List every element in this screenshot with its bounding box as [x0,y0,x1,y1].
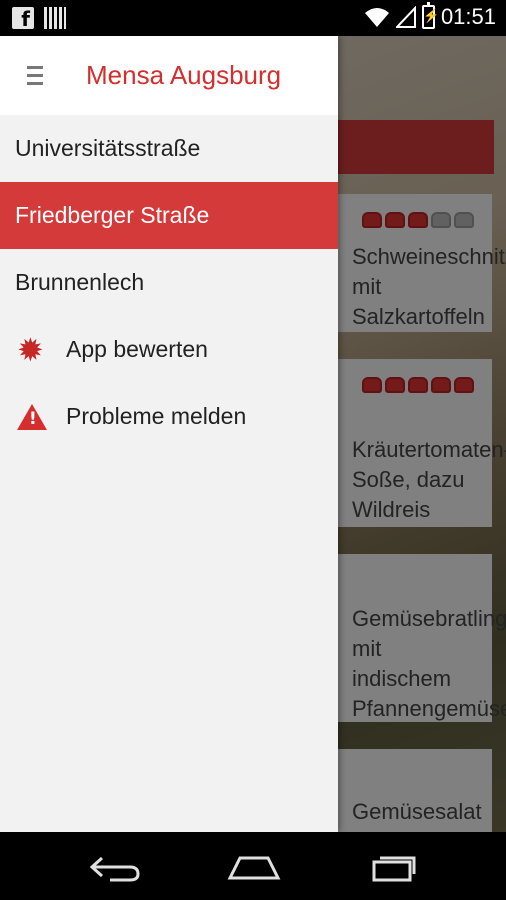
report-problems-item[interactable]: Probleme melden [0,383,338,450]
report-problems-label: Probleme melden [66,403,247,429]
drawer-item-universitaetsstrasse[interactable]: Universitätsstraße [0,115,338,182]
recent-apps-icon[interactable] [364,852,424,884]
drawer-header: Mensa Augsburg [0,36,338,115]
warning-icon [17,402,47,432]
star-burst-icon [17,331,47,369]
system-nav-bar [0,832,506,900]
rate-app-label: App bewerten [66,336,208,362]
barcode-icon [44,7,66,29]
clock: 01:51 [440,4,496,29]
app-title: Mensa Augsburg [86,60,282,90]
menu-icon[interactable] [27,66,43,86]
navigation-drawer: Mensa Augsburg Universitätsstraße Friedb… [0,36,338,832]
rate-app-item[interactable]: App bewerten [0,316,338,383]
battery-charging-icon [421,2,439,29]
back-icon[interactable] [86,852,146,884]
notification-area [12,7,66,31]
wifi-icon [364,8,389,27]
drawer-item-friedberger-strasse[interactable]: Friedberger Straße [0,182,338,249]
facebook-icon [12,7,34,31]
signal-icon [395,6,416,28]
system-tray: 01:51 [364,2,496,30]
status-bar: 01:51 [0,0,506,36]
drawer-item-brunnenlech[interactable]: Brunnenlech [0,249,338,316]
home-icon[interactable] [224,852,284,884]
